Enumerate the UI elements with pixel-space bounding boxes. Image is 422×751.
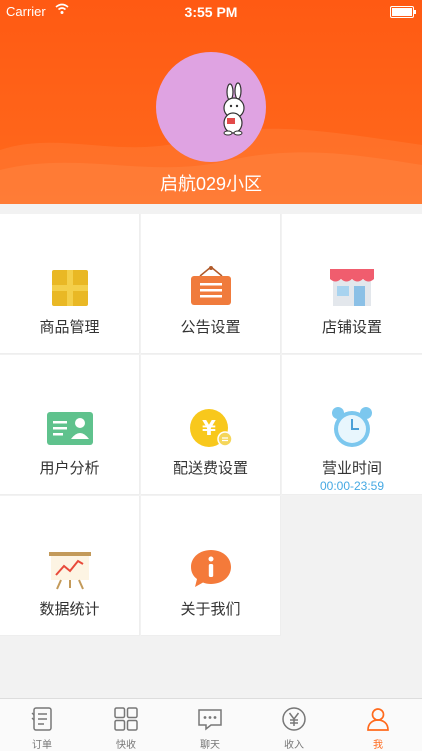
id-card-icon	[47, 412, 93, 445]
grid-icon	[114, 707, 138, 731]
tab-label: 聊天	[200, 740, 220, 751]
chat-icon	[198, 709, 222, 731]
tab-label: 我	[373, 740, 383, 751]
tab-label: 收入	[284, 740, 304, 751]
menu-data-statistics[interactable]: 数据统计	[0, 496, 140, 636]
tab-quick-receive[interactable]: 快收	[84, 699, 168, 751]
menu-delivery-fee-settings[interactable]: ¥ 配送费设置	[141, 355, 281, 495]
menu-label: 关于我们	[180, 601, 241, 618]
yen-coin-icon: ¥	[190, 409, 233, 447]
menu-label: 商品管理	[39, 319, 100, 336]
menu-label: 配送费设置	[172, 460, 248, 477]
tab-label: 订单	[32, 740, 52, 751]
menu-label: 公告设置	[180, 319, 241, 336]
user-icon	[367, 708, 389, 731]
status-time: 3:55 PM	[184, 4, 238, 20]
tab-income[interactable]: 收入	[252, 699, 336, 751]
tab-chat[interactable]: 聊天	[168, 699, 252, 751]
tab-me[interactable]: 我	[336, 699, 420, 751]
store-icon	[330, 269, 374, 306]
menu-business-hours[interactable]: 营业时间 00:00-23:59	[282, 355, 422, 495]
chart-board-icon	[49, 552, 91, 590]
menu-product-management[interactable]: 商品管理	[0, 214, 140, 354]
alarm-clock-icon	[332, 407, 372, 447]
yen-icon	[282, 707, 306, 731]
order-icon	[31, 707, 52, 731]
menu-grid: 商品管理 公告设置 店铺设置 用户分析 ¥ 配送费设置 营业时间 00:00-2…	[0, 214, 422, 636]
tab-bar: 订单 快收 聊天 收入 我	[0, 698, 422, 751]
profile-header: 启航029小区	[0, 0, 422, 204]
rabbit-icon	[223, 82, 245, 136]
battery-icon	[390, 6, 416, 18]
menu-about-us[interactable]: 关于我们	[141, 496, 281, 636]
menu-label: 数据统计	[39, 601, 100, 618]
tab-orders[interactable]: 订单	[0, 699, 84, 751]
avatar[interactable]	[156, 52, 266, 162]
info-bubble-icon	[191, 550, 231, 587]
box-icon	[52, 270, 88, 306]
store-name: 启航029小区	[159, 174, 263, 194]
signboard-icon	[191, 266, 231, 305]
menu-user-analysis[interactable]: 用户分析	[0, 355, 140, 495]
menu-label: 营业时间	[321, 460, 382, 477]
menu-store-settings[interactable]: 店铺设置	[282, 214, 422, 354]
tab-label: 快收	[116, 740, 136, 751]
menu-label: 店铺设置	[321, 319, 382, 336]
svg-text:¥: ¥	[202, 416, 216, 440]
status-bar: Carrier 3:55 PM	[0, 0, 422, 22]
menu-label: 用户分析	[39, 460, 100, 477]
menu-announcement-settings[interactable]: 公告设置	[141, 214, 281, 354]
business-hours-value: 00:00-23:59	[319, 479, 385, 493]
